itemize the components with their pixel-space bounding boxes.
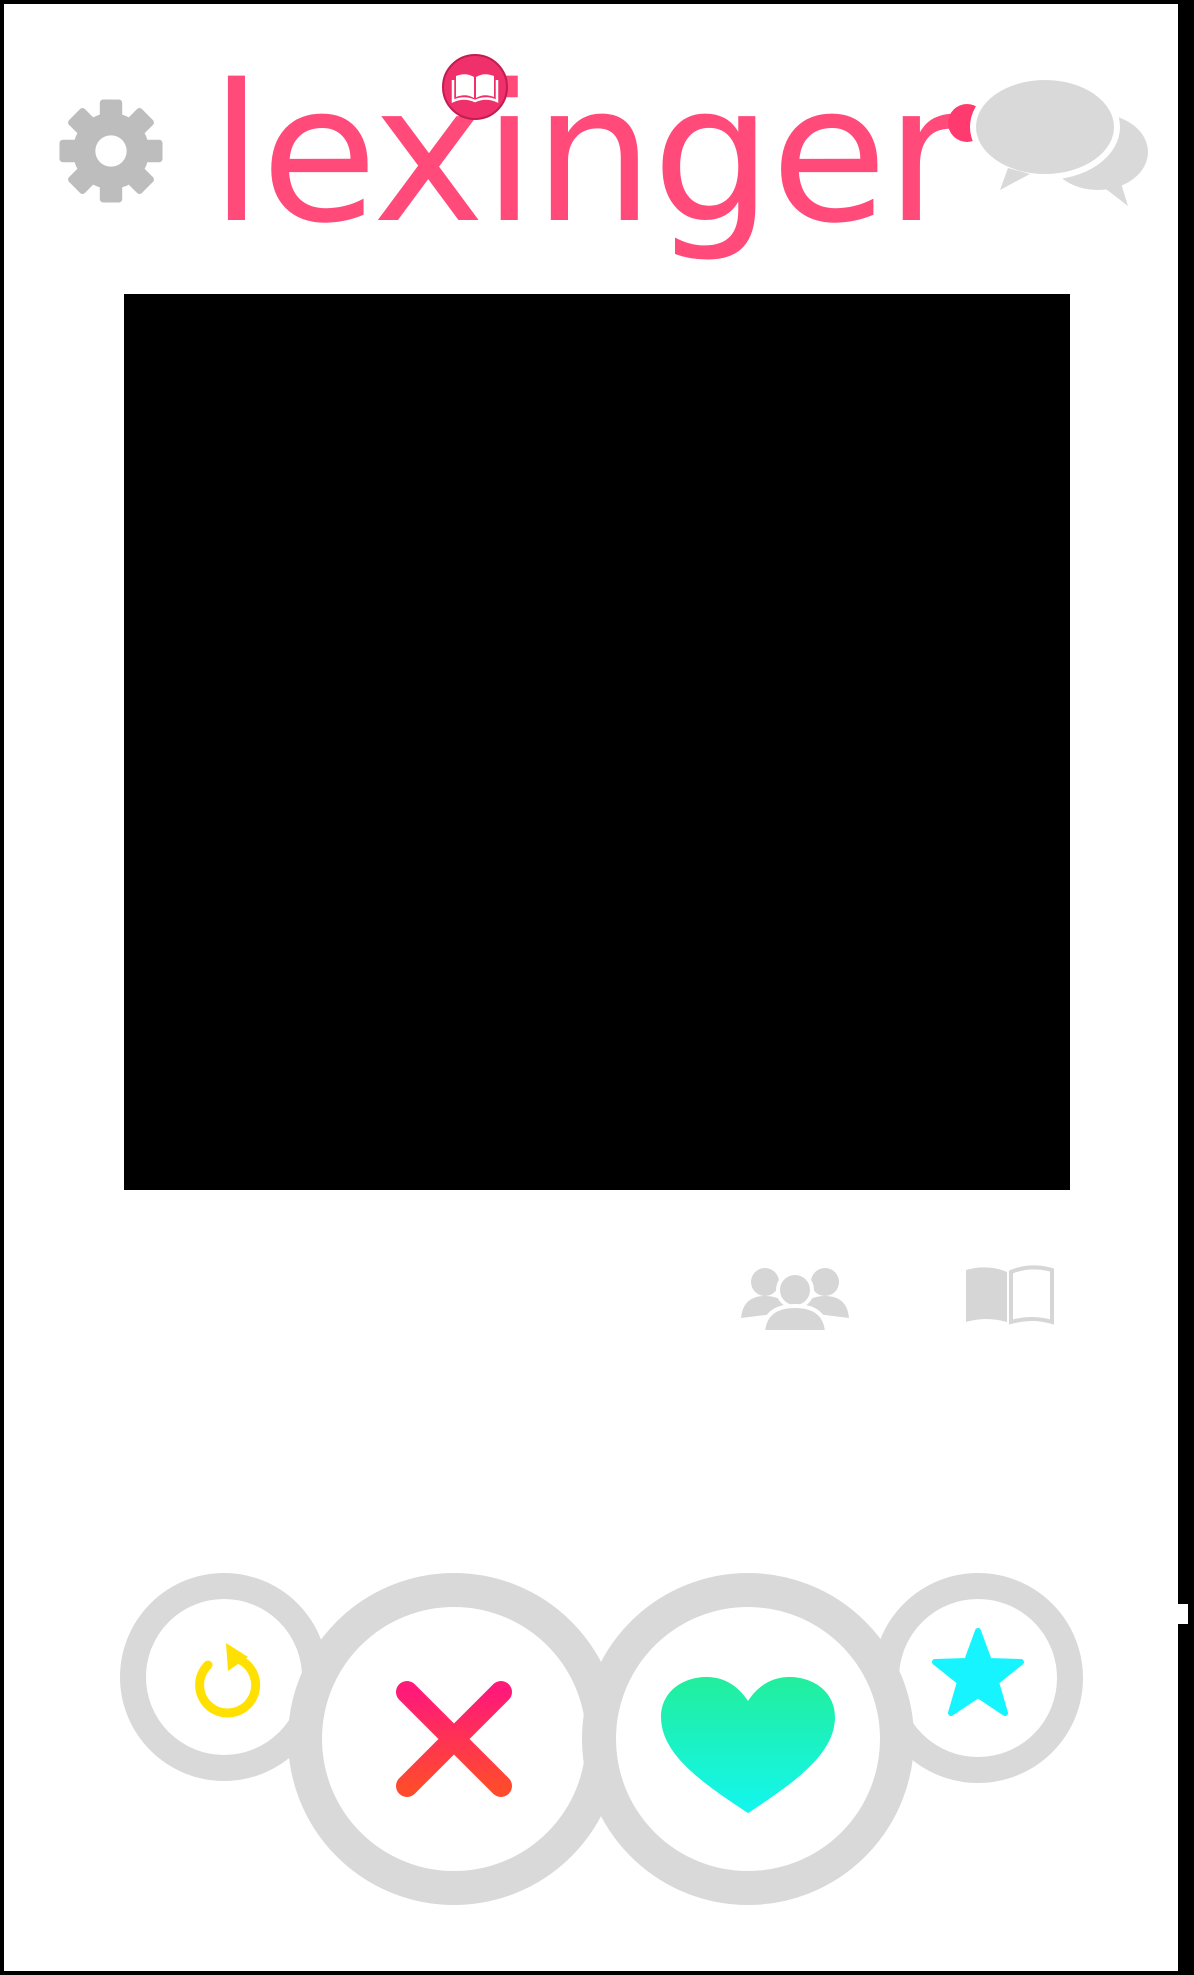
star-icon (932, 1628, 1024, 1716)
book-icon[interactable] (962, 1262, 1056, 1326)
frame-edge (1178, 0, 1190, 1975)
app-logo: lexinger (210, 40, 964, 270)
heart-icon (661, 1677, 835, 1813)
frame-edge-gap (1178, 1604, 1188, 1624)
app-logo-text: lexinger (210, 44, 964, 265)
open-book-icon (442, 54, 508, 120)
x-icon (396, 1681, 512, 1797)
group-icon[interactable] (735, 1262, 855, 1334)
profile-photo[interactable] (124, 294, 1070, 1190)
like-button[interactable] (582, 1573, 914, 1905)
nope-button[interactable] (288, 1573, 620, 1905)
undo-arrow-icon (195, 1643, 261, 1718)
chat-bubbles-icon[interactable] (970, 72, 1148, 212)
gear-icon[interactable] (55, 95, 167, 207)
